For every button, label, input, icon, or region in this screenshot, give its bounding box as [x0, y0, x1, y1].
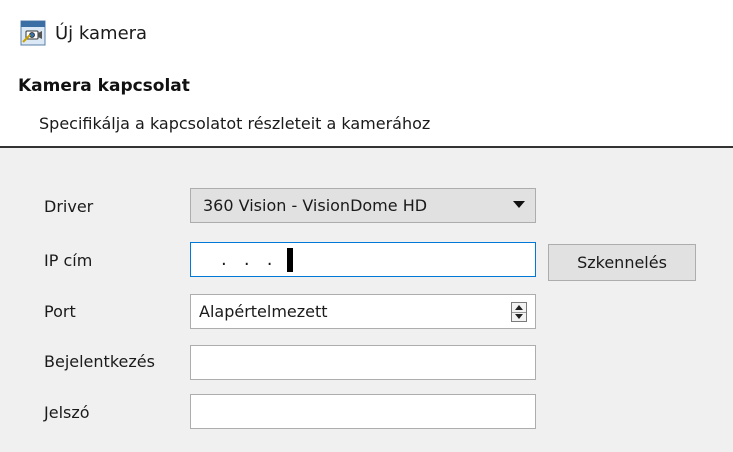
- spin-down-icon[interactable]: [512, 313, 526, 322]
- driver-select[interactable]: 360 Vision - VisionDome HD: [190, 188, 536, 223]
- login-input[interactable]: [190, 345, 536, 380]
- password-label: Jelszó: [44, 403, 90, 422]
- login-label: Bejelentkezés: [44, 352, 155, 371]
- ip-address-input[interactable]: . . .: [190, 242, 536, 277]
- port-label: Port: [44, 302, 76, 321]
- port-stepper[interactable]: Alapértelmezett: [190, 294, 536, 329]
- window-titlebar: Új kamera: [20, 18, 147, 48]
- chevron-down-icon: [513, 201, 525, 208]
- driver-label: Driver: [44, 197, 94, 216]
- text-cursor: [286, 247, 293, 272]
- scan-button[interactable]: Szkennelés: [548, 244, 696, 281]
- password-input[interactable]: [190, 394, 536, 429]
- port-value: Alapértelmezett: [199, 302, 328, 321]
- camera-wizard-icon: [20, 20, 46, 46]
- ip-address-value: . . .: [221, 249, 273, 270]
- ip-label: IP cím: [44, 251, 93, 270]
- window-title: Új kamera: [55, 22, 148, 44]
- spin-up-icon[interactable]: [512, 303, 526, 313]
- section-subheading: Specifikálja a kapcsolatot részleteit a …: [39, 114, 431, 133]
- port-spinner[interactable]: [511, 302, 527, 322]
- section-heading: Kamera kapcsolat: [18, 76, 190, 96]
- driver-select-value: 360 Vision - VisionDome HD: [203, 196, 428, 215]
